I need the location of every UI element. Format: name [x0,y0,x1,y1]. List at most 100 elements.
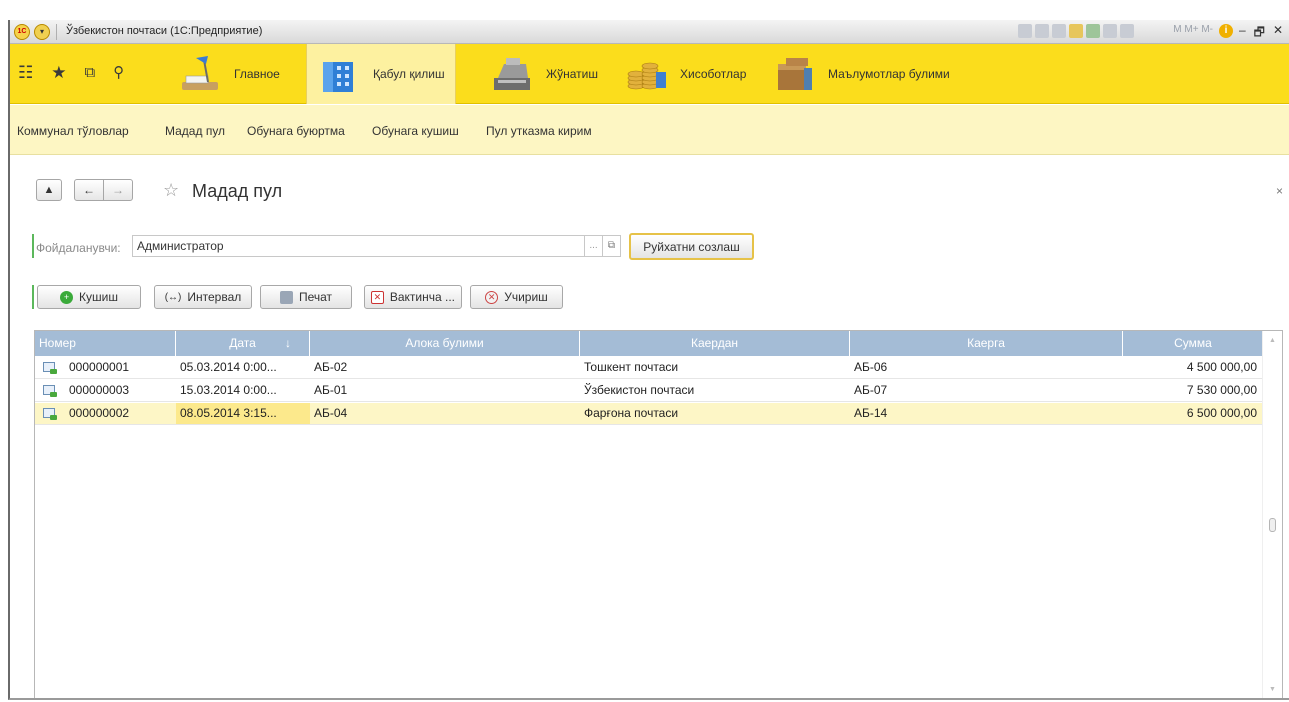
document-icon [43,408,57,420]
section-reports-label: Хисоботлар [680,67,747,81]
column-branch[interactable]: Алока булими [310,331,580,356]
home-icon: ▲ [43,184,55,196]
cell-from: Ўзбекистон почтаси [584,383,695,397]
cell-number: 000000002 [35,403,176,424]
cell-from: Тошкент почтаси [584,360,679,374]
info-icon[interactable]: i [1219,24,1233,38]
favorite-star-icon[interactable]: ☆ [163,180,179,201]
submenu-subscription-add[interactable]: Обунага кушиш [372,124,459,138]
print-button[interactable]: Печат [260,285,352,309]
section-data[interactable]: Маълумотлар булими [762,44,960,104]
scroll-up-icon[interactable]: ▲ [1269,337,1276,344]
printer-icon [279,290,293,304]
cell-date: 08.05.2014 3:15... [176,403,310,424]
interval-button[interactable]: (↔) Интервал [154,285,252,309]
cell-branch: АБ-01 [314,383,348,397]
preview-icon[interactable] [1052,24,1066,38]
section-receive[interactable]: Қабул қилиш [306,44,456,104]
document-icon [43,385,57,397]
column-sum[interactable]: Сумма [1123,331,1263,356]
column-date[interactable]: Дата ↓ [176,331,310,356]
interval-label: Интервал [187,290,242,304]
column-from[interactable]: Каердан [580,331,850,356]
cell-to: АБ-07 [854,383,888,397]
document-icon [43,362,57,374]
submenu-aid-money[interactable]: Мадад пул [165,124,225,138]
table-row[interactable]: 000000001 05.03.2014 0:00... АБ-02 Тошке… [35,357,1263,379]
section-send[interactable]: Жўнатиш [480,44,608,104]
cell-number-text: 000000001 [69,360,130,374]
quick-icons: ☷ ★ ⧉ ⚲ [18,64,124,82]
cell-date: 05.03.2014 0:00... [180,360,277,374]
window-controls: – 🗗 ✕ [1239,23,1283,44]
cell-date: 15.03.2014 0:00... [180,383,277,397]
section-main[interactable]: Главное [168,44,290,104]
favorites-icon[interactable] [1069,24,1083,38]
calendar-icon[interactable] [1120,24,1134,38]
history-icon[interactable]: ⧉ [85,64,96,82]
star-icon[interactable]: ★ [51,64,66,82]
main-menu-icon[interactable]: ▾ [34,24,50,40]
print-icon[interactable] [1035,24,1049,38]
temporary-label: Вактинча ... [389,290,455,304]
building-icon [317,54,361,94]
restore-icon[interactable]: 🗗 [1254,23,1265,44]
close-icon[interactable]: ✕ [1273,23,1283,44]
window-title: Ўзбекистон почтаси (1С:Предприятие) [66,25,263,37]
links-icon[interactable] [1086,24,1100,38]
section-reports[interactable]: Хисоботлар [614,44,756,104]
scroll-thumb[interactable] [1269,518,1276,532]
memory-buttons[interactable]: M M+ M- [1173,24,1213,35]
table-header: Номер Дата ↓ Алока булими Каердан Каерга… [35,331,1263,356]
open-icon[interactable]: ⧉ [603,235,621,257]
coins-icon [624,54,668,94]
filter-accent [32,234,34,258]
column-number[interactable]: Номер [35,331,176,356]
cell-from: Фарғона почтаси [584,406,679,420]
section-panel: ☷ ★ ⧉ ⚲ Главное Қабул қилиш Жўнатиш Хисо… [10,44,1289,104]
cell-number: 000000001 [35,357,176,378]
table-row-selected[interactable]: 000000002 08.05.2014 3:15... АБ-04 Фарғо… [35,403,1263,425]
page-title: Мадад пул [192,181,283,201]
section-send-label: Жўнатиш [546,67,598,81]
user-filter-label: Фойдаланувчи: [36,241,121,255]
generate-list-button[interactable]: Руйхатни созлаш [629,233,754,260]
column-date-label: Дата [229,336,256,350]
application-window: 1C ▾ Ўзбекистон почтаси (1С:Предприятие)… [8,20,1289,700]
grid-icon[interactable]: ☷ [18,64,33,82]
cell-sum: 6 500 000,00 [1186,406,1257,420]
submenu-utility-payments[interactable]: Коммунал тўловлар [17,124,129,138]
submenu-subscription-order[interactable]: Обунага буюртма [247,124,345,138]
search-icon[interactable]: ⚲ [113,64,124,82]
print-label: Печат [298,290,333,304]
temporary-icon: ✕ [371,290,384,304]
column-to[interactable]: Каерга [850,331,1123,356]
scroll-down-icon[interactable]: ▼ [1269,686,1276,693]
documents-table: Номер Дата ↓ Алока булими Каердан Каерга… [34,330,1283,698]
delete-button[interactable]: ✕ Учириш [470,285,563,309]
user-filter-field[interactable]: Администратор [132,235,585,257]
sort-arrow-icon: ↓ [285,336,291,350]
submenu-transfer-receipt[interactable]: Пул утказма кирим [486,124,592,138]
forward-button[interactable]: → [103,179,133,201]
temporary-button[interactable]: ✕ Вактинча ... [364,285,462,309]
select-button[interactable]: ... [585,235,603,257]
1c-logo-icon[interactable]: 1C [14,24,30,40]
cell-to: АБ-14 [854,406,888,420]
back-button[interactable]: ← [74,179,104,201]
minimize-icon[interactable]: – [1239,23,1246,44]
save-icon[interactable] [1018,24,1032,38]
delete-icon: ✕ [485,290,499,304]
desk-lamp-icon [178,54,222,94]
section-main-label: Главное [234,67,280,81]
cash-register-icon [490,54,534,94]
table-row[interactable]: 000000003 15.03.2014 0:00... АБ-01 Ўзбек… [35,380,1263,402]
home-button[interactable]: ▲ [36,179,62,201]
close-form-button[interactable]: × [1276,184,1283,198]
generate-list-label: Руйхатни созлаш [643,239,740,254]
vertical-scrollbar[interactable]: ▲ ▼ [1262,331,1282,698]
calculator-icon[interactable] [1103,24,1117,38]
forward-arrow-icon: → [112,183,124,197]
add-button[interactable]: + Кушиш [37,285,141,309]
interval-icon: (↔) [164,291,182,303]
